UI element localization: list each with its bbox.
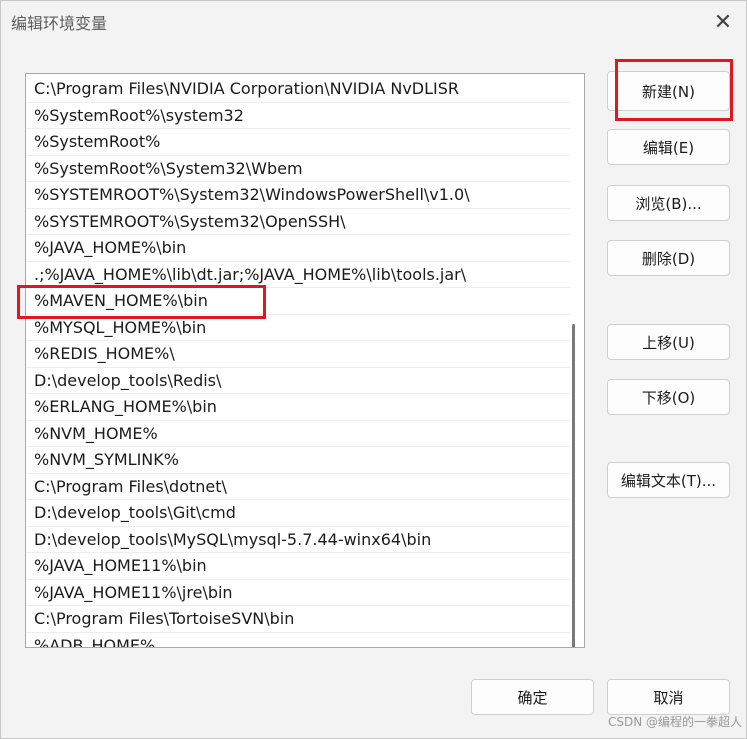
path-list-item[interactable]: C:\Program Files\TortoiseSVN\bin bbox=[26, 606, 570, 633]
path-list-item[interactable]: %NVM_SYMLINK% bbox=[26, 447, 570, 474]
move-up-button[interactable]: 上移(U) bbox=[607, 324, 730, 360]
path-list: C:\Program Files\NVIDIA Corporation\NVID… bbox=[26, 76, 570, 648]
path-list-item[interactable]: %JAVA_HOME11%\jre\bin bbox=[26, 580, 570, 606]
path-listbox[interactable]: C:\Program Files\NVIDIA Corporation\NVID… bbox=[25, 73, 585, 648]
path-list-item[interactable]: %SYSTEMROOT%\System32\OpenSSH\ bbox=[26, 209, 570, 235]
path-list-item[interactable]: %SystemRoot%\System32\Wbem bbox=[26, 156, 570, 182]
close-icon[interactable]: ✕ bbox=[700, 1, 746, 43]
path-list-item[interactable]: %ERLANG_HOME%\bin bbox=[26, 394, 570, 421]
path-list-item[interactable]: %NVM_HOME% bbox=[26, 421, 570, 447]
path-list-item[interactable]: %MAVEN_HOME%\bin bbox=[26, 288, 570, 315]
new-button[interactable]: 新建(N) bbox=[607, 71, 730, 111]
path-list-item[interactable]: D:\develop_tools\Redis\ bbox=[26, 368, 570, 394]
path-list-item[interactable]: %MYSQL_HOME%\bin bbox=[26, 315, 570, 341]
path-list-item[interactable]: D:\develop_tools\Git\cmd bbox=[26, 500, 570, 527]
move-down-button[interactable]: 下移(O) bbox=[607, 379, 730, 415]
path-list-item[interactable]: C:\Program Files\dotnet\ bbox=[26, 474, 570, 500]
path-list-item[interactable]: .;%JAVA_HOME%\lib\dt.jar;%JAVA_HOME%\lib… bbox=[26, 262, 570, 288]
path-list-item[interactable]: %SystemRoot%\system32 bbox=[26, 103, 570, 129]
path-list-item[interactable]: D:\develop_tools\MySQL\mysql-5.7.44-winx… bbox=[26, 527, 570, 553]
edit-env-dialog: 编辑环境变量 ✕ C:\Program Files\NVIDIA Corpora… bbox=[0, 0, 747, 739]
watermark: CSDN @编程的一拳超人 bbox=[607, 715, 742, 729]
path-list-item[interactable]: %REDIS_HOME%\ bbox=[26, 341, 570, 368]
cancel-button[interactable]: 取消 bbox=[607, 679, 730, 715]
edit-button[interactable]: 编辑(E) bbox=[607, 129, 730, 165]
path-list-item[interactable]: %ADB_HOME% bbox=[26, 633, 570, 648]
delete-button[interactable]: 删除(D) bbox=[607, 240, 730, 276]
path-list-item[interactable]: %SystemRoot% bbox=[26, 129, 570, 156]
path-list-item[interactable]: %SYSTEMROOT%\System32\WindowsPowerShell\… bbox=[26, 182, 570, 209]
path-list-item[interactable]: C:\Program Files\NVIDIA Corporation\NVID… bbox=[26, 76, 570, 103]
dialog-title: 编辑环境变量 bbox=[11, 14, 108, 33]
browse-button[interactable]: 浏览(B)... bbox=[607, 185, 730, 221]
path-list-item[interactable]: %JAVA_HOME11%\bin bbox=[26, 553, 570, 580]
edit-text-button[interactable]: 编辑文本(T)... bbox=[607, 462, 730, 498]
scrollbar-thumb[interactable] bbox=[572, 324, 575, 647]
path-list-item[interactable]: %JAVA_HOME%\bin bbox=[26, 235, 570, 262]
ok-button[interactable]: 确定 bbox=[471, 679, 594, 715]
